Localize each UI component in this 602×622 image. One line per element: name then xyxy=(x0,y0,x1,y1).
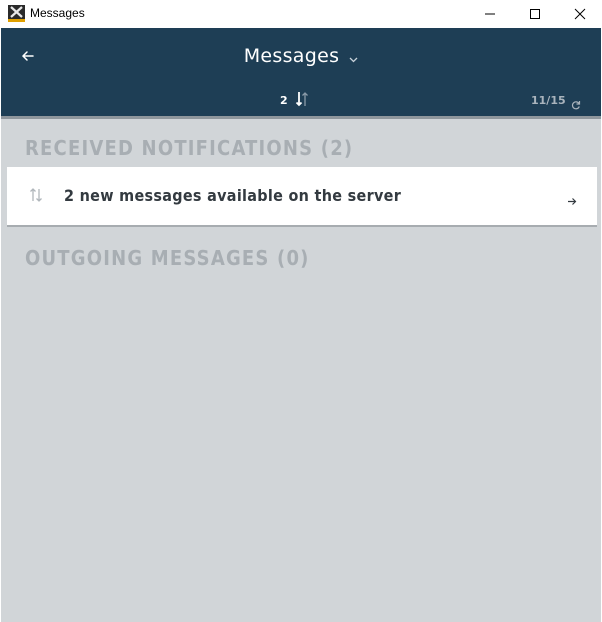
list-item[interactable]: 2 new messages available on the server xyxy=(7,167,597,225)
maximize-button[interactable] xyxy=(512,0,558,28)
close-button[interactable] xyxy=(557,0,602,28)
window-titlebar: Messages xyxy=(0,0,602,28)
close-icon xyxy=(574,8,586,20)
app-logo-icon xyxy=(8,5,25,22)
maximize-icon xyxy=(530,9,540,19)
sync-arrows-icon[interactable] xyxy=(295,90,311,112)
minimize-icon xyxy=(485,13,495,15)
page-title-dropdown[interactable]: Messages xyxy=(1,45,601,68)
chevron-down-icon xyxy=(349,46,358,68)
page-counter: 11/15 xyxy=(531,94,566,107)
outgoing-messages-heading: OUTGOING MESSAGES (0) xyxy=(25,246,310,270)
arrow-right-icon[interactable] xyxy=(567,191,577,210)
received-notifications-heading: RECEIVED NOTIFICATIONS (2) xyxy=(25,136,354,160)
messages-content: RECEIVED NOTIFICATIONS (2) 2 new message… xyxy=(1,119,601,622)
page-title: Messages xyxy=(243,45,340,67)
transfer-arrows-icon xyxy=(29,187,43,207)
notification-text: 2 new messages available on the server xyxy=(64,186,402,205)
window-title: Messages xyxy=(30,6,85,20)
minimize-button[interactable] xyxy=(467,0,513,28)
refresh-icon[interactable] xyxy=(571,95,581,114)
app-header: Messages 2 11/15 xyxy=(1,28,601,116)
sync-count: 2 xyxy=(280,94,288,107)
